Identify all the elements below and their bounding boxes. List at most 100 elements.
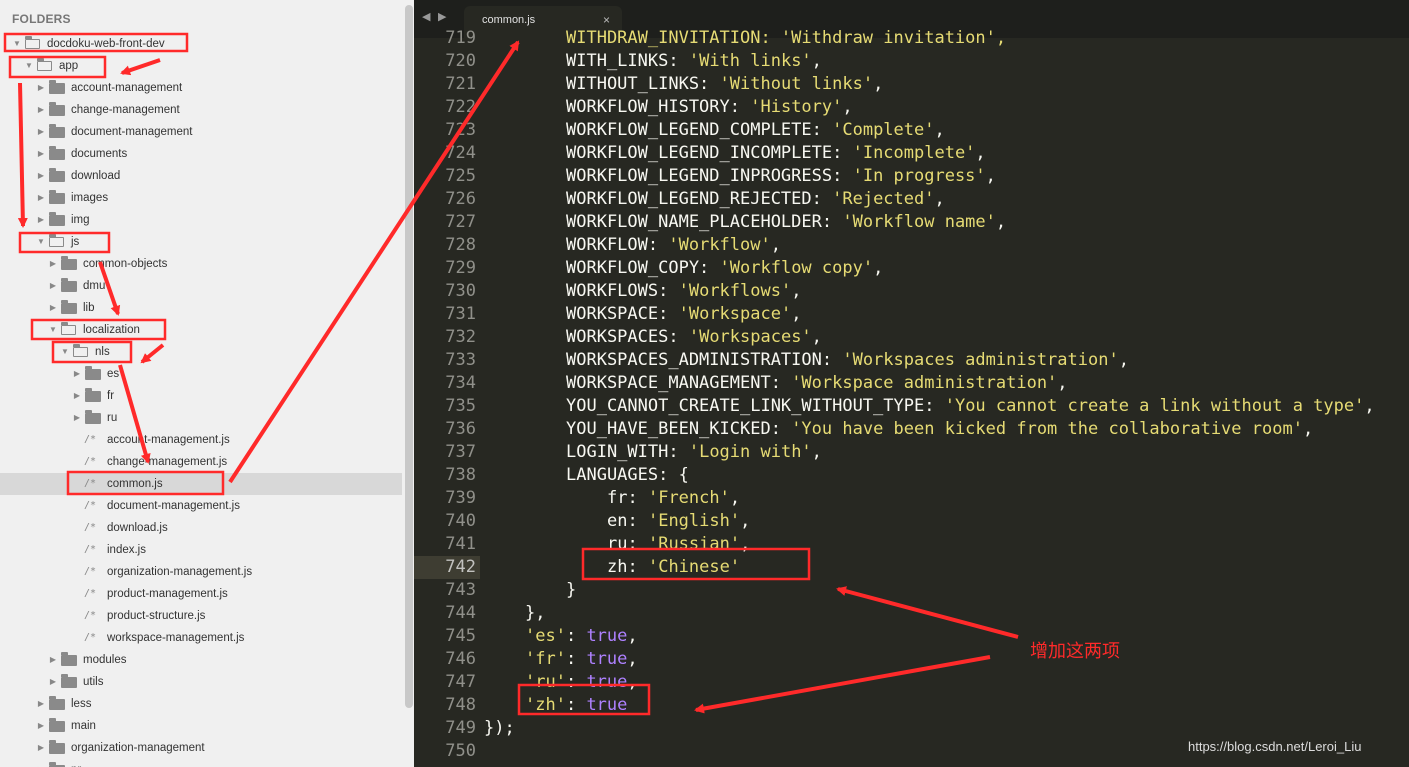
caret-right-icon[interactable]: ▶ [36, 715, 46, 737]
folder-item[interactable]: ▶ account-management [0, 77, 402, 99]
caret-right-icon[interactable]: ▶ [72, 407, 82, 429]
file-item[interactable]: /* download.js [0, 517, 402, 539]
caret-right-icon[interactable]: ▶ [48, 649, 58, 671]
tree-item-label: index.js [107, 544, 146, 556]
caret-right-icon[interactable]: ▶ [36, 121, 46, 143]
file-item[interactable]: /* organization-management.js [0, 561, 402, 583]
caret-right-icon[interactable]: ▶ [36, 165, 46, 187]
js-file-icon: /* [84, 610, 97, 621]
file-item[interactable]: /* product-structure.js [0, 605, 402, 627]
code-punct: , [873, 258, 884, 278]
tree-item-label: less [71, 698, 92, 710]
file-item[interactable]: /* workspace-management.js [0, 627, 402, 649]
code-string: 'French' [647, 488, 730, 508]
folder-icon [61, 256, 77, 270]
code-line: WORKFLOW_COPY: 'Workflow copy', [566, 257, 883, 280]
code-line: 'zh': true [525, 694, 627, 717]
code-key: WORKSPACES_ADMINISTRATION: [566, 350, 833, 370]
file-item[interactable]: /* product-management.js [0, 583, 402, 605]
folder-item[interactable]: ▶ change-management [0, 99, 402, 121]
line-number: 727 [445, 212, 476, 232]
caret-right-icon[interactable]: ▶ [72, 385, 82, 407]
folder-item[interactable]: ▶ fr [0, 385, 402, 407]
folder-item[interactable]: ▼ js [0, 231, 402, 253]
back-arrow-icon[interactable]: ◀ [422, 10, 430, 23]
code-punct: , [995, 212, 1007, 232]
caret-down-icon[interactable]: ▼ [24, 55, 34, 77]
sidebar-scrollbar[interactable] [405, 5, 413, 708]
code-line: WORKFLOW_HISTORY: 'History', [566, 96, 853, 119]
caret-right-icon[interactable]: ▶ [36, 187, 46, 209]
tree-item-label: images [71, 192, 109, 204]
line-number: 724 [445, 143, 476, 163]
folder-item[interactable]: ▶ document-management [0, 121, 402, 143]
folder-item[interactable]: ▶ modules [0, 649, 402, 671]
caret-right-icon[interactable]: ▶ [48, 253, 58, 275]
folder-icon [85, 388, 101, 402]
watermark: https://blog.csdn.net/Leroi_Liu [1188, 739, 1362, 754]
code-key: WORKSPACE: [566, 304, 669, 324]
caret-right-icon[interactable]: ▶ [36, 143, 46, 165]
folder-item[interactable]: ▶ download [0, 165, 402, 187]
line-number: 739 [445, 488, 476, 508]
tree-item-label: main [71, 720, 96, 732]
file-item[interactable]: /* account-management.js [0, 429, 402, 451]
close-icon[interactable]: × [603, 13, 610, 27]
caret-right-icon[interactable]: ▶ [48, 671, 58, 693]
caret-right-icon[interactable]: ▶ [48, 275, 58, 297]
folder-item[interactable]: ▶ main [0, 715, 402, 737]
folder-item[interactable]: ▶ dmu [0, 275, 402, 297]
file-item[interactable]: /* common.js [0, 473, 402, 495]
tree-item-label: download.js [107, 522, 168, 534]
code-string: 'You have been kicked from the collabora… [791, 419, 1303, 439]
caret-right-icon[interactable]: ▶ [72, 363, 82, 385]
folder-icon [49, 190, 65, 204]
folder-item[interactable]: ▼ localization [0, 319, 402, 341]
file-item[interactable]: /* document-management.js [0, 495, 402, 517]
caret-right-icon[interactable]: ▶ [36, 209, 46, 231]
code-key: WORKFLOW_LEGEND_REJECTED: [566, 189, 822, 209]
folder-item[interactable]: ▶ pr... [0, 759, 402, 767]
folder-item[interactable]: ▼ docdoku-web-front-dev [0, 33, 402, 55]
caret-right-icon[interactable]: ▶ [36, 77, 46, 99]
folder-item[interactable]: ▶ lib [0, 297, 402, 319]
caret-right-icon[interactable]: ▶ [36, 693, 46, 715]
folder-item[interactable]: ▶ ru [0, 407, 402, 429]
folder-item[interactable]: ▼ nls [0, 341, 402, 363]
folder-icon [49, 168, 65, 182]
caret-right-icon[interactable]: ▶ [36, 99, 46, 121]
folder-item[interactable]: ▶ es [0, 363, 402, 385]
folder-item[interactable]: ▶ utils [0, 671, 402, 693]
folder-item[interactable]: ▶ common-objects [0, 253, 402, 275]
caret-down-icon[interactable]: ▼ [36, 231, 46, 253]
code-punct: , [770, 235, 781, 255]
folder-item[interactable]: ▶ images [0, 187, 402, 209]
caret-right-icon[interactable]: ▶ [36, 759, 46, 767]
caret-down-icon[interactable]: ▼ [12, 33, 22, 55]
caret-down-icon[interactable]: ▼ [48, 319, 58, 341]
code-boolean: true [586, 695, 628, 715]
caret-right-icon[interactable]: ▶ [36, 737, 46, 759]
file-item[interactable]: /* change-management.js [0, 451, 402, 473]
folder-item[interactable]: ▶ less [0, 693, 402, 715]
code-editor[interactable]: 719 WITHDRAW_INVITATION: 'Withdraw invita… [414, 28, 1409, 767]
folder-item[interactable]: ▶ organization-management [0, 737, 402, 759]
code-key: WITHOUT_LINKS: [566, 74, 710, 94]
line-number: 744 [445, 603, 476, 623]
line-number: 748 [445, 695, 476, 715]
caret-down-icon[interactable]: ▼ [60, 341, 70, 363]
caret-right-icon[interactable]: ▶ [48, 297, 58, 319]
line-number: 746 [445, 649, 476, 669]
folder-item[interactable]: ▶ documents [0, 143, 402, 165]
tree-item-label: workspace-management.js [107, 632, 245, 644]
file-item[interactable]: /* index.js [0, 539, 402, 561]
folder-item[interactable]: ▶ img [0, 209, 402, 231]
tree-item-label: document-management [71, 126, 193, 138]
line-number: 729 [445, 258, 476, 278]
forward-arrow-icon[interactable]: ▶ [438, 10, 446, 23]
folder-item[interactable]: ▼ app [0, 55, 402, 77]
code-punct: , [627, 649, 638, 669]
